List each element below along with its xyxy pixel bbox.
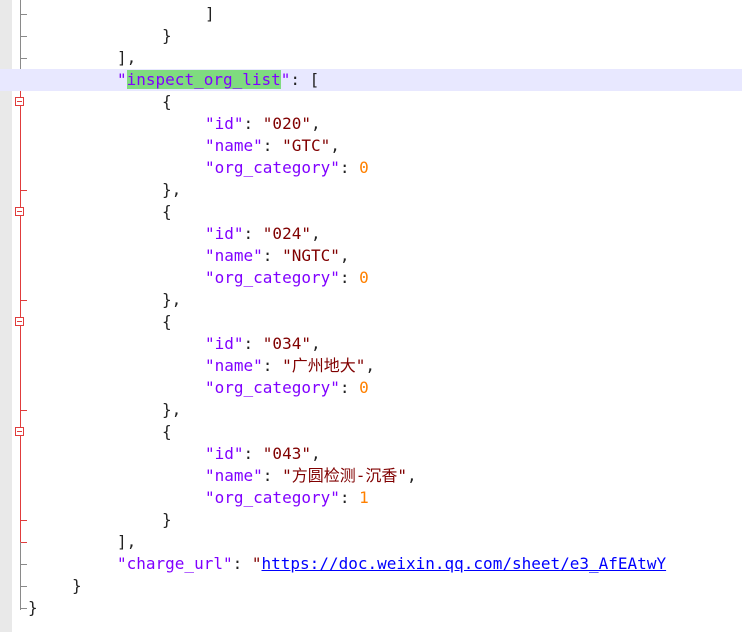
url-link[interactable]: https://doc.weixin.qq.com/sheet/e3_AfEAt… xyxy=(262,554,667,573)
json-string-value: "方圆检测-沉香" xyxy=(282,466,407,485)
json-key: "id" xyxy=(205,114,244,133)
code-line[interactable]: "name": "GTC", xyxy=(0,135,742,157)
json-string-value: "024" xyxy=(262,224,311,243)
code-line[interactable]: { xyxy=(0,311,742,333)
json-key: "charge_url" xyxy=(117,554,233,573)
code-line[interactable]: "org_category": 0 xyxy=(0,267,742,289)
code-line[interactable]: ], xyxy=(0,47,742,69)
code-line[interactable]: "id": "034", xyxy=(0,333,742,355)
code-line[interactable]: } xyxy=(0,575,742,597)
json-key-quote: " xyxy=(280,70,291,89)
brace-open: { xyxy=(162,422,172,441)
code-line[interactable]: "name": "NGTC", xyxy=(0,245,742,267)
code-line[interactable]: ], xyxy=(0,531,742,553)
json-string-value: "NGTC" xyxy=(282,246,340,265)
json-string-quote: " xyxy=(251,554,262,573)
json-key: "org_category" xyxy=(205,378,340,397)
code-line[interactable]: "id": "024", xyxy=(0,223,742,245)
bracket-close: ], xyxy=(117,532,137,551)
json-key: "org_category" xyxy=(205,158,340,177)
code-line[interactable]: "charge_url": "https://doc.weixin.qq.com… xyxy=(0,553,742,575)
brace-close: }, xyxy=(162,400,182,419)
json-key: "name" xyxy=(205,466,263,485)
json-number-value: 0 xyxy=(359,378,369,397)
array-open: : [ xyxy=(290,70,320,89)
code-line[interactable]: }, xyxy=(0,289,742,311)
code-line[interactable]: "id": "043", xyxy=(0,443,742,465)
code-line[interactable]: "org_category": 0 xyxy=(0,377,742,399)
json-number-value: 1 xyxy=(359,488,369,507)
json-key: "id" xyxy=(205,334,244,353)
code-line[interactable]: "org_category": 1 xyxy=(0,487,742,509)
brace-close: } xyxy=(162,510,172,529)
json-key: "org_category" xyxy=(205,488,340,507)
bracket-close: ] xyxy=(205,4,215,23)
code-line[interactable]: }, xyxy=(0,399,742,421)
json-key-quote: " xyxy=(117,70,127,89)
code-line[interactable]: "name": "广州地大", xyxy=(0,355,742,377)
brace-close: } xyxy=(72,576,82,595)
code-line[interactable]: "org_category": 0 xyxy=(0,157,742,179)
code-line[interactable]: ] xyxy=(0,3,742,25)
code-line-current[interactable]: "inspect_org_list": [ xyxy=(0,69,742,91)
code-line[interactable]: "id": "020", xyxy=(0,113,742,135)
json-key-highlighted: inspect_org_list xyxy=(126,70,281,89)
brace-close: } xyxy=(28,598,38,617)
json-number-value: 0 xyxy=(359,268,369,287)
json-key: "org_category" xyxy=(205,268,340,287)
code-line[interactable]: } xyxy=(0,509,742,531)
json-key: "id" xyxy=(205,224,244,243)
brace-open: { xyxy=(162,202,172,221)
brace-close: }, xyxy=(162,290,182,309)
brace-open: { xyxy=(162,312,172,331)
json-key: "id" xyxy=(205,444,244,463)
json-string-value: "043" xyxy=(262,444,311,463)
bracket-close: ], xyxy=(117,48,137,67)
code-line[interactable]: { xyxy=(0,91,742,113)
code-line[interactable]: { xyxy=(0,421,742,443)
brace-close: } xyxy=(162,26,172,45)
json-number-value: 0 xyxy=(359,158,369,177)
code-line[interactable]: } xyxy=(0,597,742,619)
json-string-value: "GTC" xyxy=(282,136,331,155)
json-key: "name" xyxy=(205,136,263,155)
json-key: "name" xyxy=(205,246,263,265)
brace-open: { xyxy=(162,92,172,111)
json-string-value: "020" xyxy=(262,114,311,133)
code-line[interactable]: }, xyxy=(0,179,742,201)
code-editor[interactable]: ] } ], "inspect_org_list": [ { "id": "02… xyxy=(0,0,742,632)
brace-close: }, xyxy=(162,180,182,199)
code-line[interactable]: "name": "方圆检测-沉香", xyxy=(0,465,742,487)
code-line[interactable]: { xyxy=(0,201,742,223)
json-string-value: "034" xyxy=(262,334,311,353)
code-line[interactable]: } xyxy=(0,25,742,47)
json-key: "name" xyxy=(205,356,263,375)
json-string-value: "广州地大" xyxy=(282,356,366,375)
